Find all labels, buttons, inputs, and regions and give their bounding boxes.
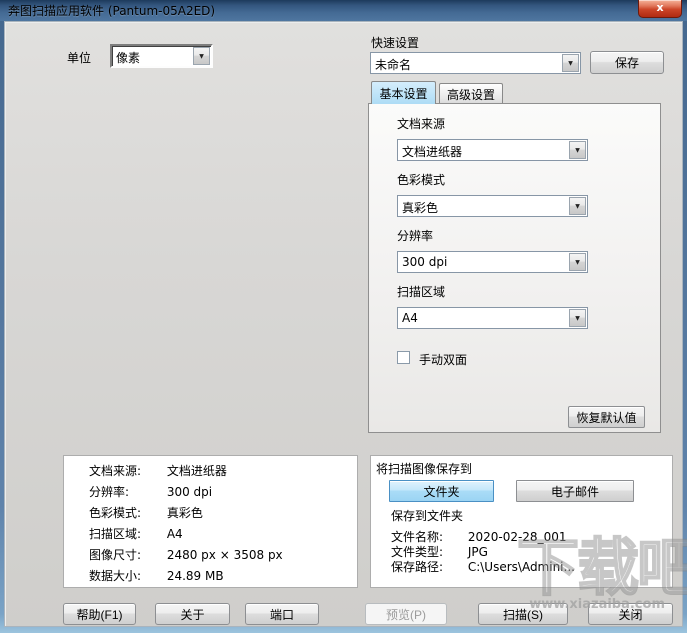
- info-value: A4: [166, 527, 183, 541]
- resolution-dropdown[interactable]: 300 dpi ▼: [397, 251, 588, 273]
- close-icon: x: [656, 1, 664, 14]
- chevron-down-icon[interactable]: ▼: [569, 141, 586, 159]
- save-path-value: C:\Users\Admini...: [467, 560, 575, 574]
- scan-area-dropdown[interactable]: A4 ▼: [397, 307, 588, 329]
- info-row: 分辨率: 300 dpi: [89, 483, 212, 500]
- document-source-label: 文档来源: [397, 117, 446, 131]
- chevron-down-icon[interactable]: ▼: [193, 47, 210, 65]
- quick-settings-dropdown[interactable]: 未命名 ▼: [370, 52, 581, 74]
- quick-settings-label: 快速设置: [371, 36, 420, 50]
- resolution-label: 分辨率: [397, 229, 434, 243]
- save-path-row: 保存路径: C:\Users\Admini...: [391, 558, 575, 575]
- info-label: 扫描区域:: [89, 527, 142, 541]
- unit-label: 单位: [67, 51, 92, 65]
- save-to-folder-button[interactable]: 文件夹: [389, 480, 494, 502]
- about-button[interactable]: 关于: [155, 603, 230, 625]
- info-value: 文档进纸器: [166, 464, 227, 478]
- unit-dropdown[interactable]: 像素 ▼: [110, 44, 213, 68]
- save-destination-title: 将扫描图像保存到: [376, 462, 473, 476]
- document-source-dropdown[interactable]: 文档进纸器 ▼: [397, 139, 588, 161]
- info-value: 2480 px × 3508 px: [166, 548, 283, 562]
- close-window-button[interactable]: x: [638, 0, 682, 18]
- save-to-folder-subtitle: 保存到文件夹: [391, 509, 464, 523]
- info-row: 色彩模式: 真彩色: [89, 504, 203, 521]
- info-value: 24.89 MB: [166, 569, 224, 583]
- resolution-value: 300 dpi: [402, 255, 448, 269]
- chevron-down-icon[interactable]: ▼: [569, 253, 586, 271]
- help-button[interactable]: 帮助(F1): [63, 603, 136, 625]
- document-source-value: 文档进纸器: [402, 145, 463, 159]
- color-mode-value: 真彩色: [402, 201, 439, 215]
- save-destination-panel: 将扫描图像保存到 文件夹 电子邮件 保存到文件夹 文件名称: 2020-02-2…: [370, 455, 673, 588]
- info-label: 分辨率:: [89, 485, 130, 499]
- save-path-label: 保存路径:: [391, 560, 444, 574]
- info-row: 图像尺寸: 2480 px × 3508 px: [89, 546, 283, 563]
- manual-duplex-checkbox[interactable]: [397, 351, 410, 364]
- info-label: 数据大小:: [89, 569, 142, 583]
- close-button[interactable]: 关闭: [588, 603, 673, 625]
- restore-defaults-button[interactable]: 恢复默认值: [568, 406, 645, 428]
- chevron-down-icon[interactable]: ▼: [569, 197, 586, 215]
- info-label: 文档来源:: [89, 464, 142, 478]
- info-label: 图像尺寸:: [89, 548, 142, 562]
- save-to-email-button[interactable]: 电子邮件: [516, 480, 634, 502]
- scan-area-label: 扫描区域: [397, 285, 446, 299]
- scan-button[interactable]: 扫描(S): [478, 603, 568, 625]
- info-value: 300 dpi: [166, 485, 213, 499]
- chevron-down-icon[interactable]: ▼: [562, 54, 579, 72]
- info-row: 扫描区域: A4: [89, 525, 183, 542]
- scan-area-value: A4: [402, 311, 418, 325]
- tab-advanced-settings[interactable]: 高级设置: [439, 83, 503, 104]
- unit-dropdown-value: 像素: [116, 51, 141, 65]
- file-name-value: 2020-02-28_001: [467, 530, 567, 544]
- port-button[interactable]: 端口: [245, 603, 319, 625]
- manual-duplex-label: 手动双面: [419, 353, 468, 367]
- tab-basic-settings[interactable]: 基本设置: [371, 81, 436, 104]
- info-label: 色彩模式:: [89, 506, 142, 520]
- info-value: 真彩色: [166, 506, 203, 520]
- scan-info-panel: 文档来源: 文档进纸器 分辨率: 300 dpi 色彩模式: 真彩色 扫描区域:…: [63, 455, 358, 588]
- preview-button: 预览(P): [365, 603, 447, 625]
- app-window: 奔图扫描应用软件 (Pantum-05A2ED) x 单位 像素 ▼ 快速设置 …: [0, 0, 687, 633]
- quick-settings-value: 未命名: [375, 58, 412, 72]
- info-row: 数据大小: 24.89 MB: [89, 567, 224, 584]
- color-mode-dropdown[interactable]: 真彩色 ▼: [397, 195, 588, 217]
- window-title: 奔图扫描应用软件 (Pantum-05A2ED): [8, 4, 216, 18]
- color-mode-label: 色彩模式: [397, 173, 446, 187]
- info-row: 文档来源: 文档进纸器: [89, 462, 227, 479]
- file-type-value: JPG: [467, 545, 488, 559]
- titlebar: 奔图扫描应用软件 (Pantum-05A2ED): [0, 0, 687, 21]
- save-settings-button[interactable]: 保存: [590, 51, 664, 74]
- chevron-down-icon[interactable]: ▼: [569, 309, 586, 327]
